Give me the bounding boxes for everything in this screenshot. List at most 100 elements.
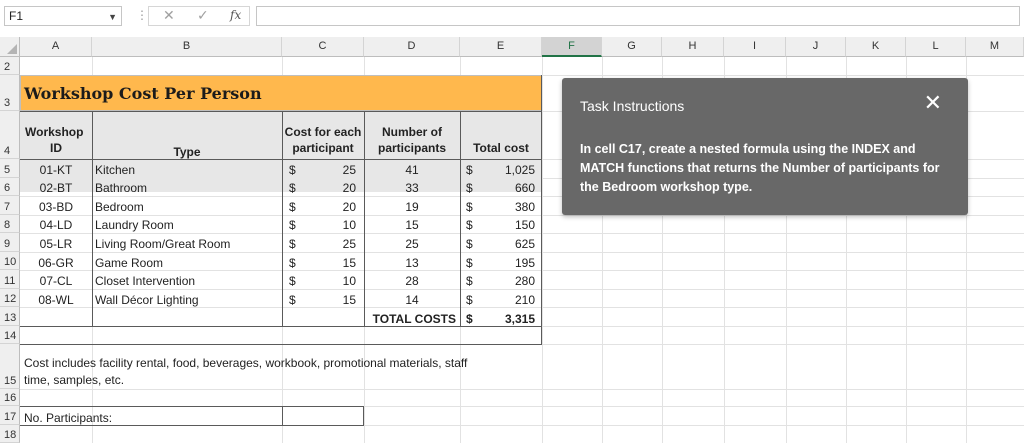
row-header-4[interactable]: 4 — [0, 111, 20, 159]
row-header-6[interactable]: 6 — [0, 178, 20, 196]
cell-type[interactable]: Wall Décor Lighting — [95, 293, 199, 307]
cell-c17-input[interactable] — [283, 407, 363, 425]
column-header-c[interactable]: C — [282, 37, 364, 57]
cell-type[interactable]: Game Room — [95, 256, 163, 270]
cell-id[interactable]: 08-WL — [20, 293, 92, 307]
cell-type[interactable]: Kitchen — [95, 163, 135, 177]
column-header-b[interactable]: B — [92, 37, 282, 57]
cell-type[interactable]: Bedroom — [95, 200, 144, 214]
cell-cost-currency: $ — [289, 293, 296, 307]
row-header-17[interactable]: 17 — [0, 406, 20, 425]
column-header-f[interactable]: F — [542, 37, 602, 57]
column-header-m[interactable]: M — [966, 37, 1024, 57]
cell-participants[interactable]: 41 — [364, 163, 460, 177]
row-header-3[interactable]: 3 — [0, 75, 20, 111]
column-header-k[interactable]: K — [846, 37, 906, 57]
row-header-2[interactable]: 2 — [0, 57, 20, 75]
cell-cost[interactable]: 20 — [300, 200, 356, 214]
insert-function-icon[interactable]: fx — [230, 6, 241, 24]
column-header-j[interactable]: J — [786, 37, 846, 57]
cell-cost-currency: $ — [289, 256, 296, 270]
row-header-13[interactable]: 13 — [0, 307, 20, 326]
sheet-title: Workshop Cost Per Person — [24, 84, 262, 103]
column-header-i[interactable]: I — [724, 37, 786, 57]
cell-type[interactable]: Closet Intervention — [95, 274, 195, 288]
row-header-11[interactable]: 11 — [0, 270, 20, 289]
header-total: Total cost — [473, 141, 529, 155]
cell-total[interactable]: 660 — [480, 181, 535, 195]
row-header-15[interactable]: 15 — [0, 344, 20, 389]
cell-id[interactable]: 04-LD — [20, 218, 92, 232]
column-header-e[interactable]: E — [460, 37, 542, 57]
cell-participants[interactable]: 33 — [364, 181, 460, 195]
cell-cost[interactable]: 25 — [300, 237, 356, 251]
cell-type[interactable]: Bathroom — [95, 181, 147, 195]
close-icon[interactable]: ✕ — [924, 92, 942, 114]
row-header-5[interactable]: 5 — [0, 159, 20, 178]
total-costs-value[interactable]: 3,315 — [480, 312, 535, 326]
cell-cost[interactable]: 20 — [300, 181, 356, 195]
chevron-down-icon[interactable]: ▼ — [108, 8, 117, 26]
column-header-d[interactable]: D — [364, 37, 460, 57]
row-header-14[interactable]: 14 — [0, 326, 20, 344]
enter-icon[interactable]: ✓ — [197, 6, 209, 24]
name-box[interactable]: F1 ▼ — [4, 6, 122, 26]
cell-id[interactable]: 01-KT — [20, 163, 92, 177]
formula-input[interactable] — [256, 6, 1020, 26]
cell-id[interactable]: 07-CL — [20, 274, 92, 288]
cell-total[interactable]: 195 — [480, 256, 535, 270]
cell-id[interactable]: 03-BD — [20, 200, 92, 214]
drag-handle-icon[interactable]: ⋮ — [136, 8, 148, 22]
cell-cost[interactable]: 25 — [300, 163, 356, 177]
cell-cost[interactable]: 15 — [300, 256, 356, 270]
formula-bar: F1 ▼ ⋮ ✕ ✓ fx — [0, 0, 1024, 34]
header-id-line1: Workshop — [25, 125, 84, 139]
total-costs-currency: $ — [466, 312, 473, 326]
select-all-button[interactable] — [0, 37, 20, 57]
name-box-value: F1 — [9, 9, 24, 23]
cell-total-currency: $ — [466, 181, 473, 195]
cell-cost[interactable]: 15 — [300, 293, 356, 307]
cell-id[interactable]: 02-BT — [20, 181, 92, 195]
column-header-g[interactable]: G — [602, 37, 662, 57]
row-header-16[interactable]: 16 — [0, 389, 20, 406]
cell-type[interactable]: Living Room/Great Room — [95, 237, 230, 251]
cell-id[interactable]: 06-GR — [20, 256, 92, 270]
cell-participants[interactable]: 13 — [364, 256, 460, 270]
cell-cost-currency: $ — [289, 274, 296, 288]
cell-total[interactable]: 210 — [480, 293, 535, 307]
cell-cost-currency: $ — [289, 237, 296, 251]
row-header-9[interactable]: 9 — [0, 233, 20, 252]
cell-cost-currency: $ — [289, 181, 296, 195]
row-header-18[interactable]: 18 — [0, 425, 20, 443]
cell-participants[interactable]: 28 — [364, 274, 460, 288]
cell-participants[interactable]: 15 — [364, 218, 460, 232]
row-header-7[interactable]: 7 — [0, 196, 20, 215]
header-id-line2: ID — [50, 141, 62, 155]
header-num-line2: participants — [377, 141, 446, 155]
cell-total-currency: $ — [466, 293, 473, 307]
cell-cost[interactable]: 10 — [300, 274, 356, 288]
header-cost-line1: Cost for each — [284, 125, 362, 139]
column-header-l[interactable]: L — [906, 37, 966, 57]
row-header-10[interactable]: 10 — [0, 252, 20, 270]
cell-id[interactable]: 05-LR — [20, 237, 92, 251]
cell-total[interactable]: 380 — [480, 200, 535, 214]
cell-participants[interactable]: 19 — [364, 200, 460, 214]
note-line-2: time, samples, etc. — [24, 373, 125, 387]
row-header-12[interactable]: 12 — [0, 289, 20, 307]
cell-participants[interactable]: 14 — [364, 293, 460, 307]
participants-label: No. Participants: — [24, 411, 113, 425]
column-header-h[interactable]: H — [662, 37, 724, 57]
cell-total[interactable]: 1,025 — [480, 163, 535, 177]
cell-participants[interactable]: 25 — [364, 237, 460, 251]
cell-type[interactable]: Laundry Room — [95, 218, 174, 232]
cell-cost[interactable]: 10 — [300, 218, 356, 232]
column-header-a[interactable]: A — [20, 37, 92, 57]
row-header-8[interactable]: 8 — [0, 215, 20, 233]
cell-total[interactable]: 280 — [480, 274, 535, 288]
cancel-icon[interactable]: ✕ — [163, 6, 175, 24]
header-type: Type — [173, 145, 201, 159]
cell-total[interactable]: 625 — [480, 237, 535, 251]
cell-total[interactable]: 150 — [480, 218, 535, 232]
